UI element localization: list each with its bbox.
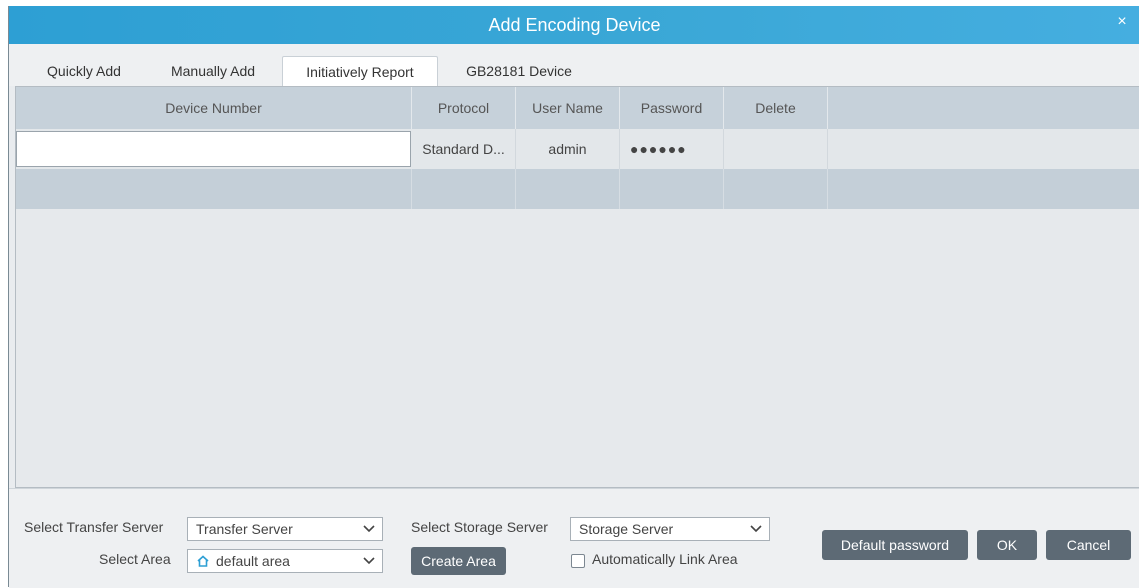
device-table: Device Number Protocol User Name Passwor… xyxy=(15,86,1139,488)
title-bar[interactable]: Add Encoding Device × xyxy=(9,6,1139,44)
column-header-device-number: Device Number xyxy=(16,87,412,129)
tab-manually-add[interactable]: Manually Add xyxy=(153,56,273,86)
device-number-cell xyxy=(16,129,412,169)
chevron-down-icon xyxy=(750,525,762,533)
storage-server-value: Storage Server xyxy=(579,521,674,537)
delete-cell[interactable] xyxy=(724,129,828,169)
cancel-button[interactable]: Cancel xyxy=(1046,530,1131,560)
area-value: default area xyxy=(216,553,290,569)
window-title: Add Encoding Device xyxy=(488,15,661,35)
auto-link-area-label[interactable]: Automatically Link Area xyxy=(592,551,738,567)
transfer-server-select[interactable]: Transfer Server xyxy=(187,517,383,541)
transfer-server-value: Transfer Server xyxy=(196,521,293,537)
column-header-password: Password xyxy=(620,87,724,129)
device-number-input[interactable] xyxy=(16,131,411,167)
table-row-empty[interactable] xyxy=(16,169,1139,209)
column-header-user-name: User Name xyxy=(516,87,620,129)
tab-initiatively-report[interactable]: Initiatively Report xyxy=(282,56,438,87)
empty-cell xyxy=(724,169,828,209)
home-icon xyxy=(197,555,209,567)
default-password-button[interactable]: Default password xyxy=(822,530,968,560)
tab-bar: Quickly Add Manually Add Initiatively Re… xyxy=(9,44,1139,87)
table-row[interactable]: Standard D... admin ●●●●●● xyxy=(16,129,1139,169)
area-label: Select Area xyxy=(99,551,171,567)
tab-gb28181-device[interactable]: GB28181 Device xyxy=(445,56,593,86)
column-header-protocol: Protocol xyxy=(412,87,516,129)
empty-cell xyxy=(620,169,724,209)
protocol-cell[interactable]: Standard D... xyxy=(412,129,516,169)
user-name-cell[interactable]: admin xyxy=(516,129,620,169)
empty-cell xyxy=(16,169,412,209)
password-cell[interactable]: ●●●●●● xyxy=(620,129,724,169)
close-icon[interactable]: × xyxy=(1112,12,1132,32)
auto-link-area-checkbox[interactable] xyxy=(571,554,585,568)
empty-cell xyxy=(412,169,516,209)
empty-cell xyxy=(516,169,620,209)
table-header: Device Number Protocol User Name Passwor… xyxy=(16,87,1139,129)
area-select[interactable]: default area xyxy=(187,549,383,573)
footer-panel: Select Transfer Server Transfer Server S… xyxy=(9,488,1139,588)
add-encoding-device-dialog: Add Encoding Device × Quickly Add Manual… xyxy=(8,6,1139,588)
tab-quickly-add[interactable]: Quickly Add xyxy=(29,56,139,86)
column-header-delete: Delete xyxy=(724,87,828,129)
ok-button[interactable]: OK xyxy=(977,530,1037,560)
storage-server-select[interactable]: Storage Server xyxy=(570,517,770,541)
storage-server-label: Select Storage Server xyxy=(411,519,548,535)
create-area-button[interactable]: Create Area xyxy=(411,547,506,575)
chevron-down-icon xyxy=(363,525,375,533)
transfer-server-label: Select Transfer Server xyxy=(24,519,164,535)
area-value-wrap: default area xyxy=(196,550,290,572)
chevron-down-icon xyxy=(363,557,375,565)
